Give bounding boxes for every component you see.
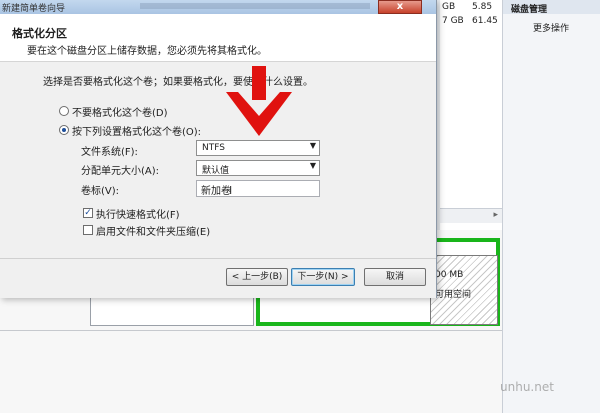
filesystem-label: 文件系统(F): bbox=[81, 147, 138, 158]
format-partition-dialog: 新建简单卷向导 x 格式化分区 要在这个磁盘分区上储存数据，您必须先将其格式化。… bbox=[0, 0, 437, 298]
cancel-button[interactable]: 取消 bbox=[364, 268, 426, 286]
divider bbox=[0, 258, 436, 259]
volume-label-label: 卷标(V): bbox=[81, 186, 120, 197]
no-format-radio-label[interactable]: 不要格式化这个卷(D) bbox=[72, 104, 168, 119]
next-button[interactable]: 下一步(N) > bbox=[291, 268, 355, 286]
dialog-header: 格式化分区 要在这个磁盘分区上储存数据，您必须先将其格式化。 bbox=[0, 14, 436, 62]
format-radio-label[interactable]: 按下列设置格式化这个卷(O): bbox=[72, 123, 201, 138]
compression-checkbox[interactable] bbox=[83, 225, 93, 235]
volume-free: 5.85 bbox=[472, 2, 493, 12]
allocation-unit-label: 分配单元大小(A): bbox=[81, 166, 160, 177]
watermark: unhu.net bbox=[500, 380, 554, 394]
unallocated-label: 可用空间 bbox=[435, 290, 472, 300]
volume-capacity: 7 GB bbox=[442, 16, 464, 26]
scroll-right-icon[interactable]: ▸ bbox=[493, 210, 498, 220]
titlebar-blur bbox=[140, 3, 370, 9]
quick-format-label[interactable]: 执行快速格式化(F) bbox=[96, 206, 180, 221]
format-radio[interactable] bbox=[59, 125, 69, 135]
allocation-unit-select[interactable]: 默认值 ▼ bbox=[196, 160, 320, 176]
dialog-titlebar[interactable]: 新建简单卷向导 x bbox=[0, 0, 436, 14]
volume-free: 61.45 bbox=[472, 16, 498, 26]
down-arrow-icon bbox=[226, 66, 292, 136]
back-button[interactable]: < 上一步(B) bbox=[226, 268, 288, 286]
chevron-down-icon[interactable]: ▼ bbox=[310, 141, 316, 150]
dialog-title: 新建简单卷向导 bbox=[2, 4, 66, 14]
operations-panel: 磁盘管理 更多操作 bbox=[502, 0, 600, 413]
filesystem-select[interactable]: NTFS ▼ bbox=[196, 140, 320, 156]
header-subtitle: 要在这个磁盘分区上储存数据，您必须先将其格式化。 bbox=[27, 46, 267, 57]
horizontal-scrollbar[interactable]: ▸ bbox=[440, 208, 502, 223]
no-format-radio[interactable] bbox=[59, 106, 69, 116]
volume-label-input[interactable]: 新加卷 bbox=[196, 180, 320, 197]
operations-header: 磁盘管理 bbox=[503, 0, 600, 15]
allocation-unit-value: 默认值 bbox=[202, 166, 230, 176]
chevron-down-icon[interactable]: ▼ bbox=[310, 161, 316, 170]
checkmark-icon: ✓ bbox=[84, 208, 92, 218]
volume-list: GB 5.85 7 GB 61.45 bbox=[440, 0, 502, 230]
quick-format-checkbox[interactable]: ✓ bbox=[83, 208, 93, 218]
volume-capacity: GB bbox=[442, 2, 456, 12]
close-button[interactable]: x bbox=[378, 0, 422, 14]
close-icon: x bbox=[396, 1, 404, 12]
filesystem-value: NTFS bbox=[202, 143, 225, 153]
more-actions-link[interactable]: 更多操作 bbox=[533, 21, 569, 34]
unallocated-size: 00 MB bbox=[435, 270, 464, 280]
divider bbox=[0, 330, 502, 331]
header-title: 格式化分区 bbox=[12, 27, 67, 40]
compression-label[interactable]: 启用文件和文件夹压缩(E) bbox=[96, 223, 210, 238]
text-cursor-icon: I bbox=[229, 184, 233, 197]
